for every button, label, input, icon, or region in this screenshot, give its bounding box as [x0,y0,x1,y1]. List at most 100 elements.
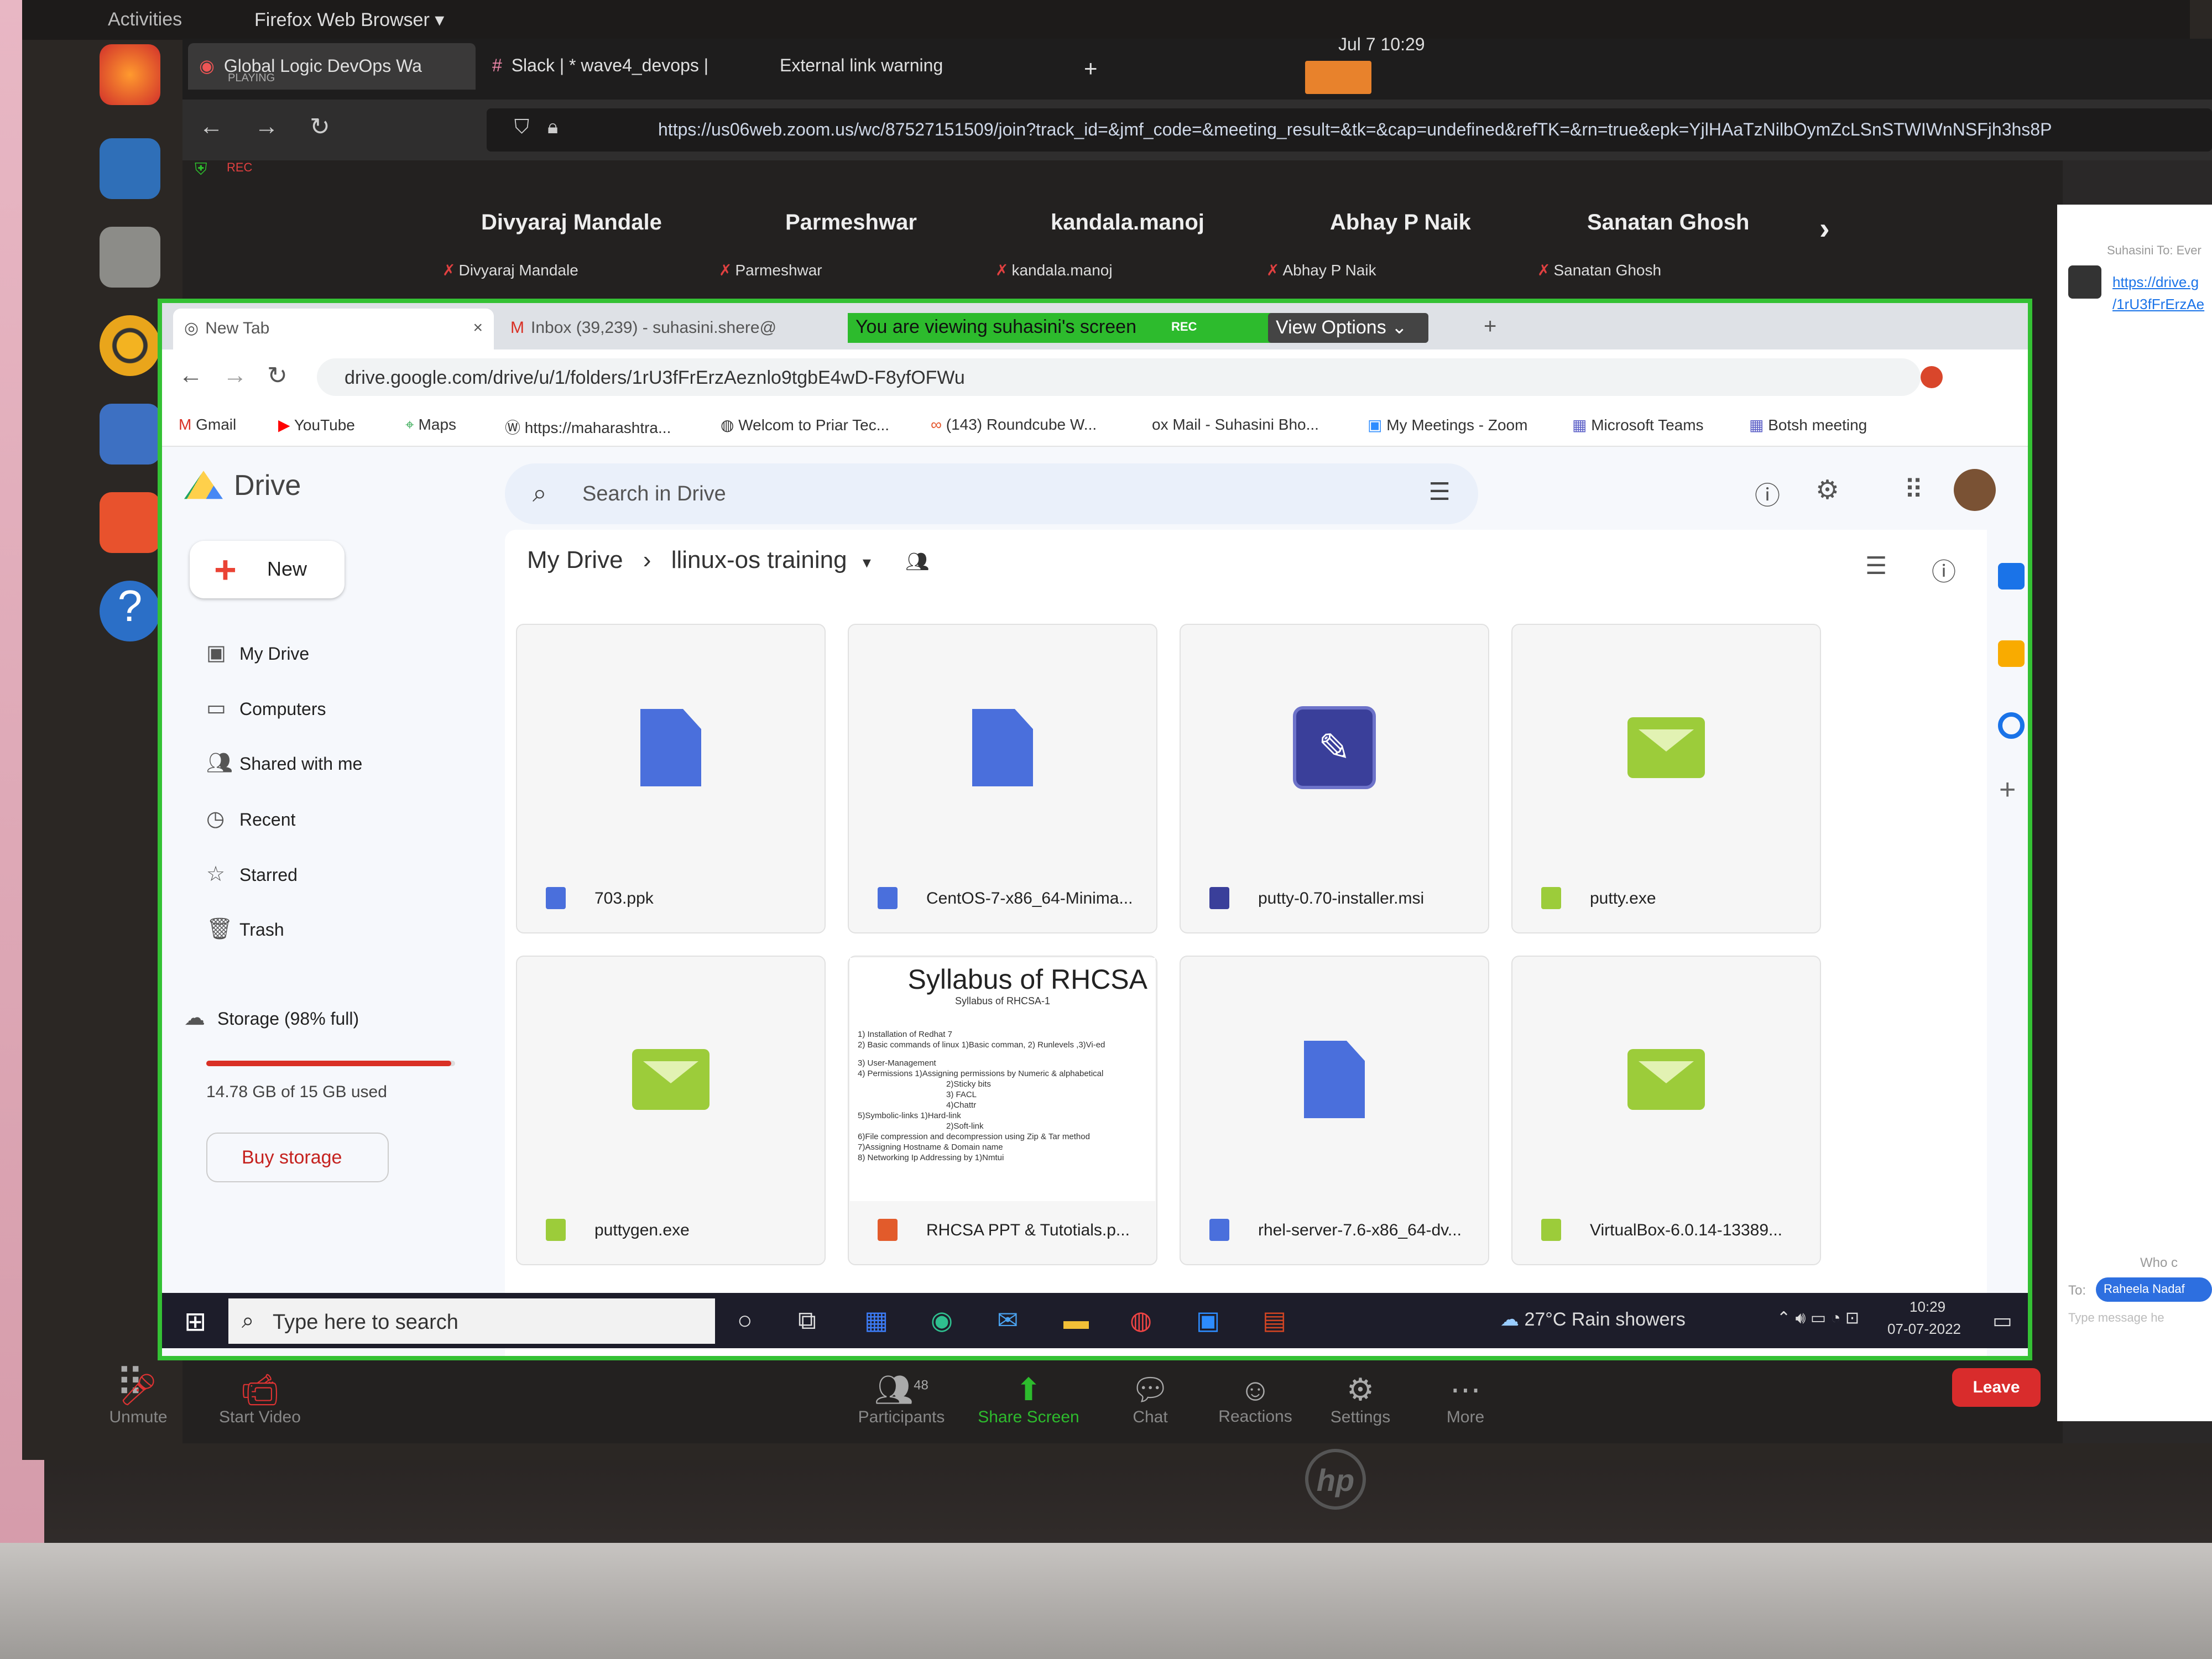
bookmark-teams[interactable]: ▦ Microsoft Teams [1572,416,1704,434]
powerpoint-icon[interactable]: ▤ [1262,1305,1286,1335]
software-center-icon[interactable] [100,492,160,553]
app-menu[interactable]: Firefox Web Browser ▾ [254,9,444,31]
next-participants-icon[interactable]: › [1819,210,1830,246]
breadcrumb-folder[interactable]: llinux-os training [671,546,847,573]
firefox-icon[interactable] [100,44,160,105]
more-button[interactable]: ⋯ More [1410,1371,1521,1427]
storage-link[interactable]: ☁ Storage (98% full) [184,1005,359,1030]
new-tab-button[interactable]: + [1073,43,1112,90]
new-tab-button[interactable]: + [1473,309,1506,349]
gear-icon[interactable]: ⚙ [1815,474,1839,505]
writer-icon[interactable] [100,404,160,465]
start-video-button[interactable]: 📹︎ Start Video [205,1371,315,1427]
system-tray-icons[interactable]: ⌃ 🔊︎ ▭ ◔ ⊡ [1777,1308,1859,1328]
bookmark-maharashtra[interactable]: Ⓦ https://maharashtra... [505,416,671,438]
files-icon[interactable] [100,227,160,288]
chat-recipient-dropdown[interactable]: Raheela Nadaf [2096,1277,2212,1302]
sidebar-item-trash[interactable]: 🗑︎ Trash [206,917,284,941]
tasks-icon[interactable] [1998,712,2025,739]
sidebar-item-starred[interactable]: ☆ Starred [206,862,298,886]
file-card[interactable]: VirtualBox-6.0.14-13389... [1511,956,1821,1265]
drive-logo[interactable]: Drive [184,469,301,504]
file-card[interactable]: 703.ppk [516,624,826,933]
file-card[interactable]: CentOS-7-x86_64-Minima... [848,624,1157,933]
rhythmbox-icon[interactable] [100,315,160,376]
new-button[interactable]: + New [190,541,345,598]
file-card[interactable]: puttygen.exe [516,956,826,1265]
file-card[interactable]: rhel-server-7.6-x86_64-dv... [1180,956,1489,1265]
file-card[interactable]: ✎ putty-0.70-installer.msi [1180,624,1489,933]
chrome-icon[interactable]: ◍ [1130,1305,1152,1335]
tab-external-link[interactable]: External link warning [769,43,1067,90]
tab-zoom[interactable]: ◉ Global Logic DevOps Wa PLAYING [188,43,476,90]
file-card[interactable]: Syllabus of RHCSA Syllabus of RHCSA-1 1)… [848,956,1157,1265]
bookmark-roundcube[interactable]: ∞ (143) Roundcube W... [931,416,1097,434]
chrome-tab-new-tab[interactable]: ◎ New Tab × [173,309,494,349]
avatar[interactable] [1954,469,1996,511]
profile-icon[interactable] [1921,366,1943,388]
chat-link[interactable]: /1rU3fFrErzAe [2112,296,2212,313]
edge-icon[interactable]: ◉ [931,1305,953,1335]
details-icon[interactable]: ⓘ [1932,552,1956,587]
calendar-icon[interactable] [1998,563,2025,589]
list-view-icon[interactable]: ☰ [1865,552,1887,580]
reactions-button[interactable]: ☺ Reactions [1200,1371,1311,1426]
help-icon[interactable]: ? [100,581,160,641]
chat-button[interactable]: 💬︎ Chat [1095,1371,1206,1427]
sidebar-item-my-drive[interactable]: ▣ My Drive [206,640,309,665]
unmute-button[interactable]: 🎤︎ Unmute [83,1371,194,1427]
participant-name[interactable]: Divyaraj Mandale [481,210,662,235]
file-card[interactable]: putty.exe [1511,624,1821,933]
task-view-icon[interactable]: ⧉ [798,1305,816,1336]
participant-name[interactable]: Parmeshwar [785,210,917,235]
bookmark-priar[interactable]: ◍ Welcom to Priar Tec... [721,416,889,434]
bookmark-maps[interactable]: ⌖ Maps [405,416,456,434]
zoom-app-icon[interactable]: ▣ [1196,1305,1220,1335]
tab-slack[interactable]: # Slack | * wave4_devops | [481,43,769,90]
forward-icon[interactable]: → [254,113,279,140]
thunderbird-icon[interactable] [100,138,160,199]
weather-widget[interactable]: ☁ 27°C Rain showers [1500,1308,1686,1331]
breadcrumb-root[interactable]: My Drive [527,546,623,573]
share-screen-button[interactable]: ⬆ Share Screen [973,1371,1084,1427]
sidebar-item-shared[interactable]: 👥︎ Shared with me [206,751,362,775]
reload-icon[interactable]: ↻ [310,113,330,141]
store-icon[interactable]: ▦ [864,1305,888,1335]
windows-start-icon[interactable]: ⊞ [184,1306,206,1337]
bookmark-botsh[interactable]: ▦ Botsh meeting [1749,416,1867,434]
mail-icon[interactable]: ✉ [997,1305,1019,1335]
bookmark-youtube[interactable]: ▶ YouTube [278,416,355,434]
participants-button[interactable]: 👥︎48 Participants [846,1371,957,1427]
sharing-indicator-icon[interactable] [1305,61,1371,94]
sidebar-item-computers[interactable]: ▭ Computers [206,696,326,721]
leave-button[interactable]: Leave [1952,1368,2041,1407]
folder-icon[interactable]: ▬ [1063,1305,1089,1335]
back-icon[interactable]: ← [179,362,203,389]
apps-grid-icon[interactable]: ⠿ [1904,474,1923,505]
back-icon[interactable]: ← [199,113,223,140]
view-options-button[interactable]: View Options ⌄ [1268,313,1428,343]
settings-button[interactable]: ⚙ Settings [1305,1371,1416,1427]
cortana-icon[interactable]: ○ [737,1305,753,1335]
sidebar-item-recent[interactable]: ◷ Recent [206,806,295,831]
windows-search-box[interactable]: ⌕ Type here to search [228,1298,715,1344]
help-icon[interactable]: ⓘ [1755,476,1780,512]
participant-name[interactable]: Abhay P Naik [1330,210,1471,235]
reload-icon[interactable]: ↻ [267,362,288,390]
chevron-down-icon[interactable]: ▾ [863,554,871,572]
bookmark-zoom[interactable]: ▣ My Meetings - Zoom [1368,416,1527,434]
shield-icon[interactable]: ⛉ [514,115,529,139]
search-options-icon[interactable]: ☰ [1429,478,1451,506]
activities-button[interactable]: Activities [108,9,182,30]
participant-name[interactable]: Sanatan Ghosh [1587,210,1749,235]
close-tab-icon[interactable]: × [473,319,483,337]
buy-storage-button[interactable]: Buy storage [206,1133,389,1182]
forward-icon[interactable]: → [223,362,247,389]
bookmark-mail[interactable]: ox Mail - Suhasini Bho... [1152,416,1319,434]
notification-icon[interactable]: ▭ [1992,1308,2012,1333]
add-addon-icon[interactable]: + [1999,773,2016,806]
chat-message-input[interactable]: Type message he [2068,1311,2164,1325]
chat-link[interactable]: https://drive.g [2112,274,2212,291]
participant-name[interactable]: kandala.manoj [1051,210,1204,235]
chrome-tab-inbox[interactable]: M Inbox (39,239) - suhasini.shere@ [499,309,809,349]
